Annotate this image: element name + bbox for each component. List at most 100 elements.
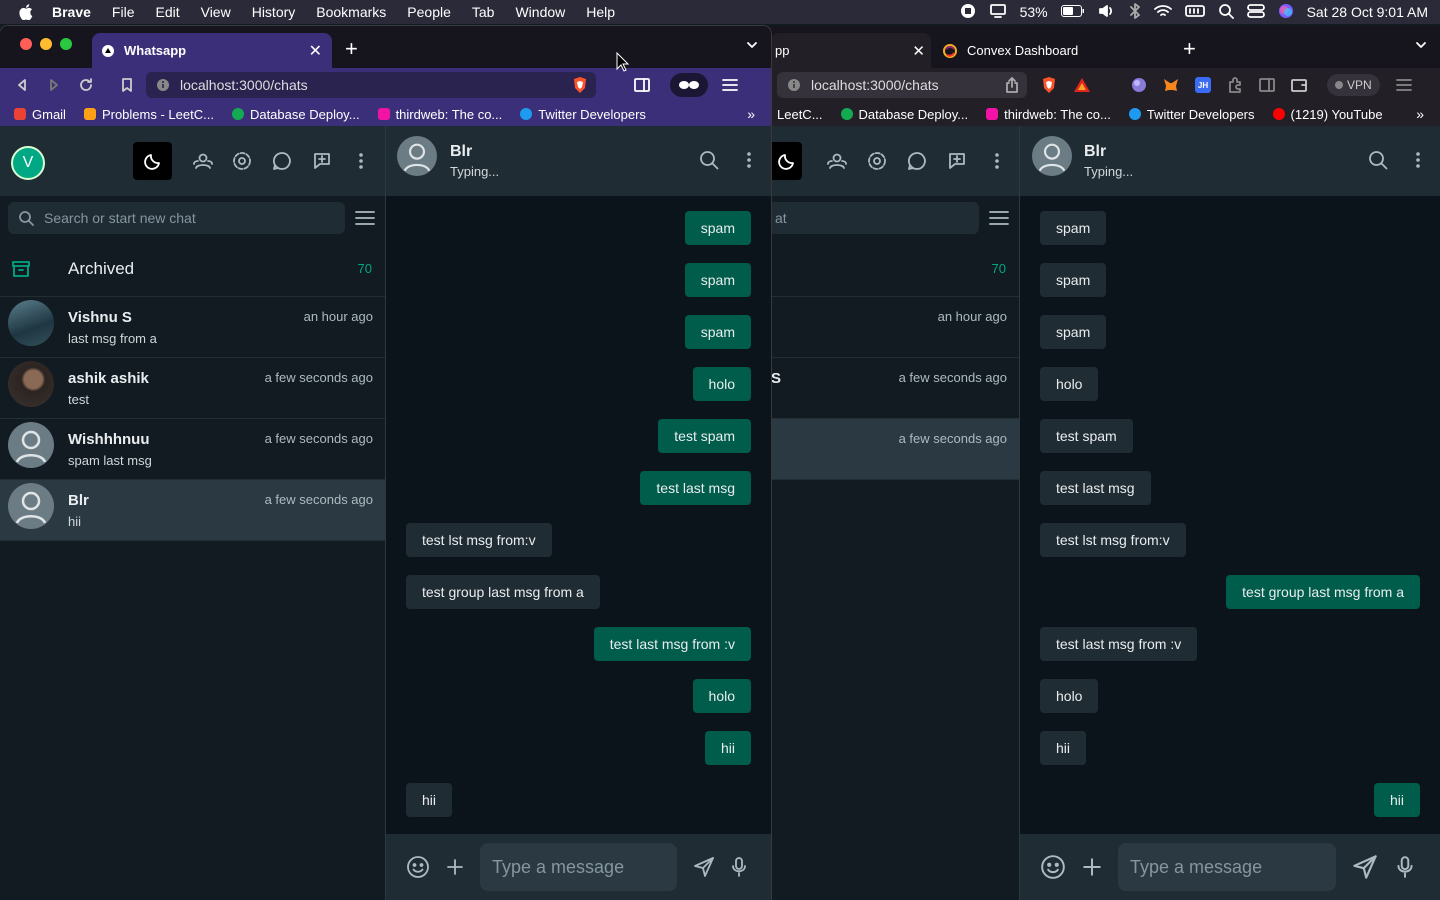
search-input[interactable]: Search or start new chat [8, 202, 345, 234]
incoming-message[interactable]: holo [1040, 367, 1099, 401]
chat-row[interactable]: an hour ago [771, 297, 1019, 358]
bookmark-youtube[interactable]: (1219) YouTube [1272, 107, 1383, 122]
communities-icon[interactable] [192, 152, 214, 170]
bookmark-thirdweb[interactable]: thirdweb: The co... [377, 107, 502, 122]
incoming-message[interactable]: test spam [1040, 419, 1133, 453]
search-input[interactable]: at [771, 202, 979, 234]
metamask-icon[interactable] [1163, 77, 1179, 93]
chat-row[interactable]: Vishnu S last msg from a an hour ago [0, 297, 385, 358]
menu-bookmarks[interactable]: Bookmarks [316, 4, 386, 20]
send-icon[interactable] [693, 856, 715, 878]
chat-avatar-icon[interactable] [397, 136, 437, 176]
menu-tab[interactable]: Tab [472, 4, 495, 20]
microphone-icon[interactable] [1394, 855, 1416, 879]
extensions-puzzle-icon[interactable] [1227, 77, 1243, 93]
chat-menu-icon[interactable] [746, 150, 752, 170]
minimize-window-button[interactable] [40, 38, 52, 50]
brave-shield-icon[interactable] [572, 76, 588, 97]
chat-title[interactable]: Blr [450, 143, 472, 161]
wallet-icon[interactable] [1291, 78, 1307, 92]
menu-hamburger-icon[interactable] [722, 78, 738, 92]
outgoing-message[interactable]: test last msg [640, 471, 751, 505]
chat-avatar-icon[interactable] [1032, 136, 1072, 176]
incoming-message[interactable]: test lst msg from:v [1040, 523, 1186, 557]
menu-brave[interactable]: Brave [52, 4, 91, 20]
theme-toggle-button[interactable] [771, 142, 802, 180]
menu-view[interactable]: View [201, 4, 231, 20]
bluetooth-icon[interactable] [1129, 2, 1141, 22]
emoji-icon[interactable] [1040, 854, 1066, 880]
incoming-message[interactable]: hii [406, 783, 453, 817]
menu-hamburger-icon[interactable] [1395, 78, 1412, 92]
bookmark-thirdweb[interactable]: thirdweb: The co... [986, 107, 1111, 122]
emoji-icon[interactable] [406, 855, 430, 879]
filter-icon[interactable] [355, 210, 375, 226]
send-icon[interactable] [1352, 854, 1378, 880]
tab-list-chevron-icon[interactable] [1414, 38, 1428, 57]
reload-icon[interactable] [78, 77, 94, 93]
user-avatar[interactable]: V [11, 146, 45, 180]
chat-row-selected[interactable]: Blr hii a few seconds ago [0, 480, 385, 541]
incoming-message[interactable]: spam [1040, 211, 1107, 245]
filter-icon[interactable] [989, 210, 1009, 226]
chat-search-icon[interactable] [699, 150, 719, 170]
theme-toggle-button[interactable] [133, 142, 172, 180]
site-info-icon[interactable] [787, 78, 801, 92]
jh-extension-icon[interactable]: JH [1195, 77, 1211, 93]
bookmark-leetcode[interactable]: LeetC... [777, 107, 823, 122]
bookmark-icon[interactable] [120, 77, 134, 93]
sidebar-menu-icon[interactable] [358, 151, 364, 171]
siri-icon[interactable] [1278, 3, 1294, 22]
status-icon[interactable] [232, 151, 252, 171]
chat-row[interactable]: S a few seconds ago [771, 358, 1019, 419]
vpn-button[interactable]: VPN [1327, 74, 1380, 96]
chat-row-selected[interactable]: a few seconds ago [771, 419, 1019, 480]
brave-rewards-icon[interactable] [1073, 77, 1091, 93]
volume-icon[interactable] [1098, 3, 1116, 22]
close-tab-icon[interactable]: ✕ [309, 41, 322, 61]
outgoing-message[interactable]: spam [684, 315, 751, 349]
sidebar-menu-icon[interactable] [994, 151, 1000, 171]
incoming-message[interactable]: spam [1040, 263, 1107, 297]
new-chat-icon[interactable] [947, 151, 967, 171]
menu-history[interactable]: History [252, 4, 296, 20]
maximize-window-button[interactable] [60, 38, 72, 50]
battery-icon[interactable] [1060, 4, 1085, 20]
sidebar-toggle-icon[interactable] [1259, 78, 1275, 92]
outgoing-message[interactable]: test last msg from :v [593, 627, 751, 661]
address-bar[interactable]: localhost:3000/chats [146, 72, 596, 98]
address-bar[interactable]: localhost:3000/chats [777, 72, 1027, 98]
bookmarks-overflow-icon[interactable]: » [747, 106, 755, 122]
message-input[interactable]: Type a message [480, 843, 677, 891]
apple-icon[interactable] [0, 4, 52, 20]
site-info-icon[interactable] [156, 78, 170, 92]
tab-whatsapp[interactable]: Whatsapp ✕ [92, 33, 332, 68]
chat-search-icon[interactable] [1368, 150, 1388, 170]
bookmark-gmail[interactable]: Gmail [14, 107, 66, 122]
incoming-message[interactable]: test last msg [1040, 471, 1151, 505]
outgoing-message[interactable]: hii [704, 731, 751, 765]
outgoing-message[interactable]: hii [1373, 783, 1420, 817]
menu-window[interactable]: Window [515, 4, 565, 20]
chat-menu-icon[interactable] [1415, 150, 1421, 170]
new-tab-button[interactable]: + [1183, 36, 1196, 62]
bookmark-leetcode[interactable]: Problems - LeetC... [83, 107, 214, 122]
wifi-icon[interactable] [1153, 4, 1172, 21]
extension-orb-icon[interactable] [1131, 77, 1147, 93]
incoming-message[interactable]: hii [1040, 731, 1087, 765]
new-tab-button[interactable]: + [345, 36, 358, 62]
outgoing-message[interactable]: spam [684, 211, 751, 245]
outgoing-message[interactable]: spam [684, 263, 751, 297]
channels-icon[interactable] [272, 151, 292, 171]
display-icon[interactable] [989, 3, 1007, 22]
chat-row[interactable]: ashik ashik test a few seconds ago [0, 358, 385, 419]
spotlight-icon[interactable] [1218, 3, 1234, 22]
menu-help[interactable]: Help [586, 4, 615, 20]
private-window-icon[interactable] [670, 73, 708, 97]
close-tab-icon[interactable]: ✕ [912, 42, 925, 60]
bookmark-twitter[interactable]: Twitter Developers [1128, 107, 1255, 122]
outgoing-message[interactable]: holo [692, 679, 751, 713]
outgoing-message[interactable]: holo [692, 367, 751, 401]
microphone-icon[interactable] [729, 856, 749, 878]
bookmark-twitter[interactable]: Twitter Developers [520, 107, 646, 122]
